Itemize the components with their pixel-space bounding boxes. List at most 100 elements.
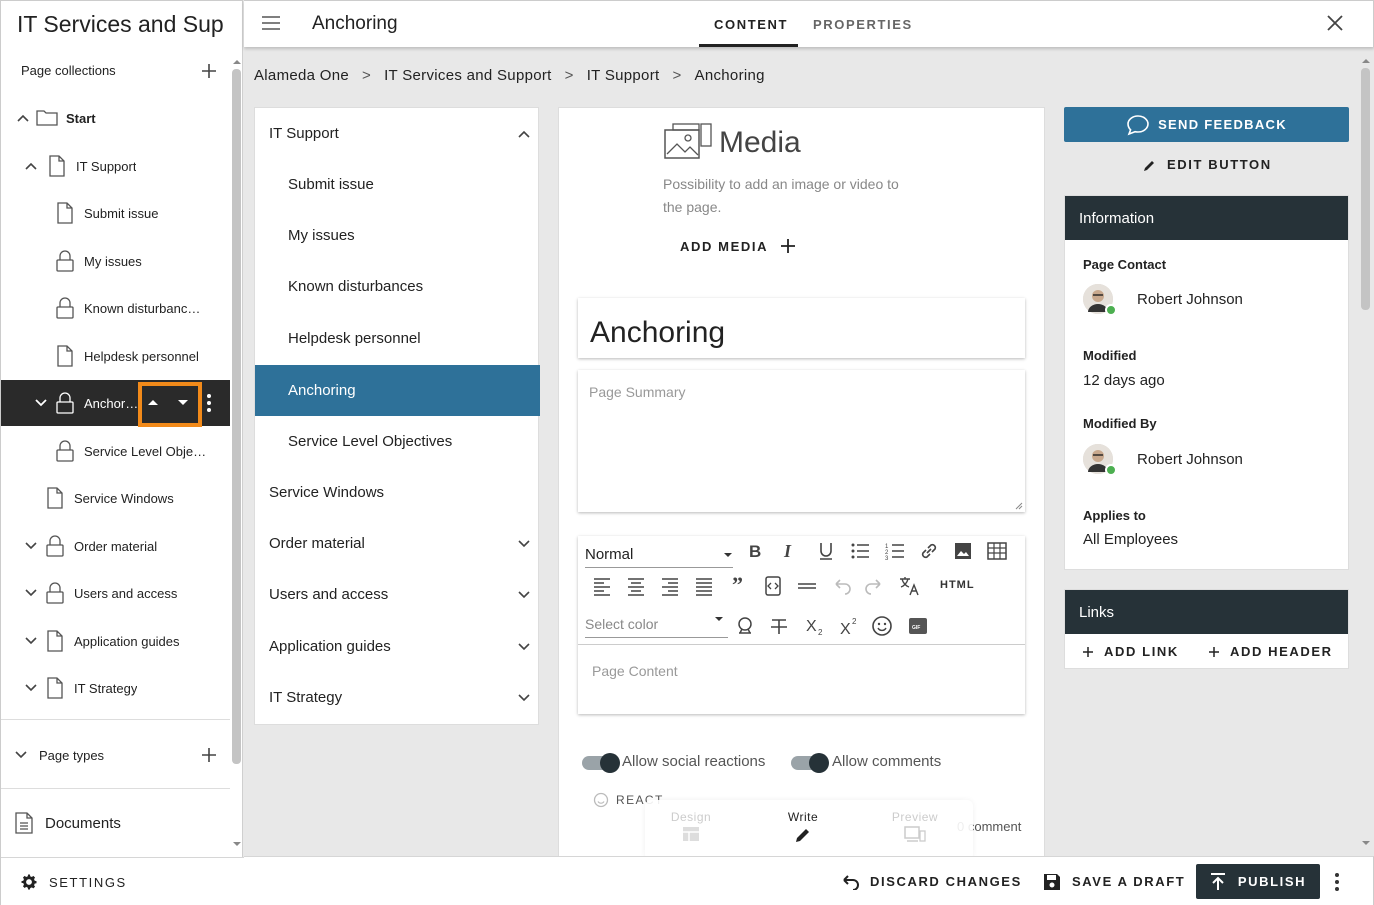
- quote-button[interactable]: ”: [728, 572, 750, 594]
- color-select[interactable]: Select color: [585, 612, 728, 638]
- documents-link[interactable]: Documents: [13, 811, 121, 835]
- subscript-button[interactable]: X2: [804, 615, 826, 637]
- content-placeholder[interactable]: Page Content: [592, 663, 678, 679]
- nav-item-my-issues[interactable]: My issues: [255, 210, 540, 261]
- scroll-down-arrow[interactable]: [1361, 838, 1371, 848]
- modified-by-name[interactable]: Robert Johnson: [1137, 451, 1243, 468]
- mode-design-button[interactable]: Design: [661, 810, 721, 842]
- scroll-down-arrow[interactable]: [232, 839, 242, 849]
- tab-content[interactable]: CONTENT: [714, 17, 788, 32]
- html-button[interactable]: HTML: [940, 579, 975, 591]
- nav-item-users-access[interactable]: Users and access: [255, 569, 540, 620]
- resize-handle-icon[interactable]: [1015, 502, 1023, 510]
- sidebar-scrollbar[interactable]: [232, 69, 241, 764]
- tree-item-known-disturbances[interactable]: Known disturbanc…: [1, 285, 230, 331]
- breadcrumb-item[interactable]: Anchoring: [695, 67, 765, 84]
- tree-item-my-issues[interactable]: My issues: [1, 238, 230, 284]
- nav-item-service-level-objectives[interactable]: Service Level Objectives: [255, 416, 540, 467]
- tree-item-it-support[interactable]: IT Support: [1, 143, 230, 189]
- tree-item-service-level[interactable]: Service Level Obje…: [1, 428, 230, 474]
- mode-write-button[interactable]: Write: [773, 810, 833, 844]
- emoji-button[interactable]: [871, 615, 893, 637]
- online-status-icon: [1105, 304, 1117, 316]
- code-block-button[interactable]: [762, 575, 784, 597]
- publish-button[interactable]: PUBLISH: [1196, 864, 1320, 899]
- scroll-up-arrow[interactable]: [1361, 56, 1371, 66]
- edit-button[interactable]: EDIT BUTTON: [1143, 157, 1272, 172]
- nav-item-service-windows[interactable]: Service Windows: [255, 467, 540, 518]
- send-feedback-button[interactable]: SEND FEEDBACK: [1064, 107, 1349, 142]
- table-button[interactable]: [986, 540, 1008, 562]
- add-media-button[interactable]: ADD MEDIA: [680, 238, 796, 254]
- social-reactions-toggle[interactable]: [582, 753, 620, 773]
- nav-item-helpdesk-personnel[interactable]: Helpdesk personnel: [255, 313, 540, 364]
- page-types-toggle[interactable]: [13, 747, 29, 763]
- page-icon: [49, 155, 65, 177]
- nav-item-order-material[interactable]: Order material: [255, 518, 540, 569]
- nav-item-it-support[interactable]: IT Support: [255, 108, 540, 159]
- numbered-list-button[interactable]: 123: [884, 540, 906, 562]
- more-options-button[interactable]: [205, 393, 213, 413]
- nav-item-submit-issue[interactable]: Submit issue: [255, 159, 540, 210]
- nav-item-label: Anchoring: [288, 382, 356, 399]
- translate-button[interactable]: [898, 575, 920, 597]
- settings-button[interactable]: SETTINGS: [19, 872, 127, 892]
- mode-preview-button[interactable]: Preview: [883, 810, 947, 842]
- nav-item-known-disturbances[interactable]: Known disturbances: [255, 261, 540, 312]
- tree-item-application-guides[interactable]: Application guides: [1, 618, 230, 664]
- undo-button[interactable]: [830, 575, 852, 597]
- tree-item-order-material[interactable]: Order material: [1, 523, 230, 569]
- title-field[interactable]: Anchoring: [578, 298, 1025, 358]
- nav-item-it-strategy[interactable]: IT Strategy: [255, 672, 540, 723]
- breadcrumb-item[interactable]: IT Services and Support: [384, 67, 552, 84]
- tree-item-helpdesk-personnel[interactable]: Helpdesk personnel: [1, 333, 230, 379]
- avatar[interactable]: [1083, 284, 1117, 316]
- menu-button[interactable]: [261, 14, 281, 32]
- breadcrumb-item[interactable]: IT Support: [587, 67, 660, 84]
- page-title-input[interactable]: Anchoring: [590, 316, 725, 350]
- tab-properties[interactable]: PROPERTIES: [813, 17, 913, 32]
- underline-button[interactable]: [815, 540, 837, 562]
- save-draft-button[interactable]: SAVE A DRAFT: [1043, 857, 1185, 905]
- add-link-button[interactable]: ADD LINK: [1082, 644, 1179, 659]
- breadcrumb-item[interactable]: Alameda One: [254, 67, 349, 84]
- add-header-button[interactable]: ADD HEADER: [1208, 644, 1333, 659]
- align-center-button[interactable]: [625, 575, 647, 597]
- page-contact-name[interactable]: Robert Johnson: [1137, 291, 1243, 308]
- gif-button[interactable]: GIF: [907, 615, 929, 637]
- more-actions-button[interactable]: [1333, 872, 1341, 892]
- discard-changes-button[interactable]: DISCARD CHANGES: [840, 857, 1022, 905]
- align-right-button[interactable]: [659, 575, 681, 597]
- redo-button[interactable]: [864, 575, 886, 597]
- bold-button[interactable]: B: [744, 540, 766, 562]
- close-button[interactable]: [1326, 14, 1344, 32]
- bottom-action-bar: DISCARD CHANGES SAVE A DRAFT PUBLISH: [244, 856, 1374, 905]
- modified-label: Modified: [1083, 348, 1137, 363]
- tree-item-users-access[interactable]: Users and access: [1, 570, 230, 616]
- align-left-button[interactable]: [591, 575, 613, 597]
- highlight-button[interactable]: [734, 615, 756, 637]
- horizontal-rule-button[interactable]: [796, 575, 818, 597]
- add-collection-button[interactable]: [199, 61, 219, 81]
- avatar[interactable]: [1083, 444, 1117, 476]
- link-button[interactable]: [918, 540, 940, 562]
- bullet-list-button[interactable]: [849, 540, 871, 562]
- style-select[interactable]: Normal: [585, 542, 733, 568]
- scroll-up-arrow[interactable]: [232, 57, 242, 67]
- tree-item-it-strategy[interactable]: IT Strategy: [1, 665, 230, 711]
- justify-button[interactable]: [693, 575, 715, 597]
- comments-toggle[interactable]: [791, 753, 829, 773]
- main-scrollbar[interactable]: [1361, 68, 1370, 310]
- tree-item-start[interactable]: Start: [1, 95, 230, 141]
- nav-item-application-guides[interactable]: Application guides: [255, 621, 540, 672]
- strikethrough-button[interactable]: [768, 615, 790, 637]
- superscript-button[interactable]: X2: [838, 615, 860, 637]
- italic-button[interactable]: I: [778, 540, 800, 562]
- image-button[interactable]: [952, 540, 974, 562]
- tree-item-submit-issue[interactable]: Submit issue: [1, 190, 230, 236]
- nav-item-anchoring[interactable]: Anchoring: [255, 365, 540, 416]
- add-page-type-button[interactable]: [199, 745, 219, 765]
- summary-field[interactable]: Page Summary: [578, 370, 1025, 512]
- tree-item-service-windows[interactable]: Service Windows: [1, 475, 230, 521]
- more-vertical-icon: [207, 394, 211, 412]
